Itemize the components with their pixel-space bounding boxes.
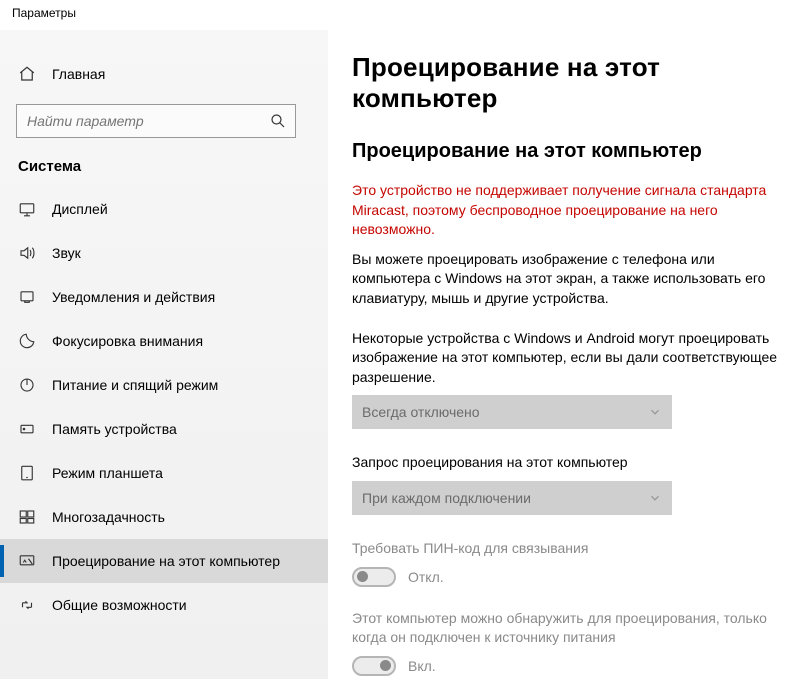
miracast-warning: Это устройство не поддерживает получение…	[352, 181, 782, 240]
toggle-knob	[357, 571, 368, 582]
page-title: Проецирование на этот компьютер	[352, 52, 789, 114]
main-content: Проецирование на этот компьютер Проециро…	[328, 30, 789, 679]
search-input[interactable]	[27, 113, 269, 129]
window-title: Параметры	[12, 6, 76, 20]
tablet-icon	[18, 464, 36, 482]
sidebar-item-label: Общие возможности	[52, 597, 187, 613]
sidebar-item-tablet[interactable]: Режим планшета	[0, 451, 328, 495]
chevron-down-icon	[648, 405, 662, 419]
sidebar-nav: Дисплей Звук Уведомления и действия Фоку…	[0, 187, 328, 627]
sidebar-item-label: Уведомления и действия	[52, 289, 215, 305]
home-icon	[18, 65, 36, 83]
sidebar-item-label: Проецирование на этот компьютер	[52, 553, 280, 569]
sidebar-item-label: Питание и спящий режим	[52, 377, 218, 393]
setting-allow-projection-label: Некоторые устройства с Windows и Android…	[352, 329, 782, 388]
chevron-down-icon	[648, 491, 662, 505]
dropdown-value: При каждом подключении	[362, 490, 531, 506]
section-subtitle: Проецирование на этот компьютер	[352, 140, 782, 163]
sidebar-item-label: Дисплей	[52, 201, 108, 217]
sidebar-item-label: Память устройства	[52, 421, 177, 437]
setting-discover-on-power-label: Этот компьютер можно обнаружить для прое…	[352, 609, 782, 648]
search-box[interactable]	[16, 104, 296, 138]
toggle-state-text: Вкл.	[408, 658, 436, 674]
setting-require-pin-toggle[interactable]	[352, 567, 396, 587]
window-titlebar: Параметры	[0, 0, 789, 30]
setting-ask-project-label: Запрос проецирования на этот компьютер	[352, 453, 782, 473]
setting-ask-project-dropdown[interactable]: При каждом подключении	[352, 481, 672, 515]
sidebar-item-project[interactable]: Проецирование на этот компьютер	[0, 539, 328, 583]
sidebar-item-power[interactable]: Питание и спящий режим	[0, 363, 328, 407]
sidebar-home-label: Главная	[52, 66, 105, 82]
notifications-icon	[18, 288, 36, 306]
sound-icon	[18, 244, 36, 262]
sidebar-item-multitask[interactable]: Многозадачность	[0, 495, 328, 539]
sidebar-home[interactable]: Главная	[0, 54, 328, 94]
multitask-icon	[18, 508, 36, 526]
toggle-state-text: Откл.	[408, 569, 444, 585]
sidebar: Главная Система Дисплей Звук Уведом	[0, 30, 328, 679]
project-icon	[18, 552, 36, 570]
setting-require-pin-label: Требовать ПИН-код для связывания	[352, 539, 782, 559]
sidebar-item-notifications[interactable]: Уведомления и действия	[0, 275, 328, 319]
sidebar-item-storage[interactable]: Память устройства	[0, 407, 328, 451]
setting-discover-on-power-toggle[interactable]	[352, 656, 396, 676]
display-icon	[18, 200, 36, 218]
focus-icon	[18, 332, 36, 350]
shared-icon	[18, 596, 36, 614]
sidebar-item-sound[interactable]: Звук	[0, 231, 328, 275]
projection-description: Вы можете проецировать изображение с тел…	[352, 250, 782, 309]
sidebar-item-label: Звук	[52, 245, 81, 261]
sidebar-item-display[interactable]: Дисплей	[0, 187, 328, 231]
power-icon	[18, 376, 36, 394]
toggle-knob	[380, 660, 391, 671]
sidebar-item-label: Многозадачность	[52, 509, 165, 525]
storage-icon	[18, 420, 36, 438]
setting-allow-projection-dropdown[interactable]: Всегда отключено	[352, 395, 672, 429]
sidebar-item-label: Режим планшета	[52, 465, 163, 481]
dropdown-value: Всегда отключено	[362, 404, 480, 420]
sidebar-item-focus[interactable]: Фокусировка внимания	[0, 319, 328, 363]
sidebar-item-shared[interactable]: Общие возможности	[0, 583, 328, 627]
sidebar-item-label: Фокусировка внимания	[52, 333, 203, 349]
search-icon	[269, 112, 287, 130]
sidebar-section-title: Система	[0, 142, 328, 183]
